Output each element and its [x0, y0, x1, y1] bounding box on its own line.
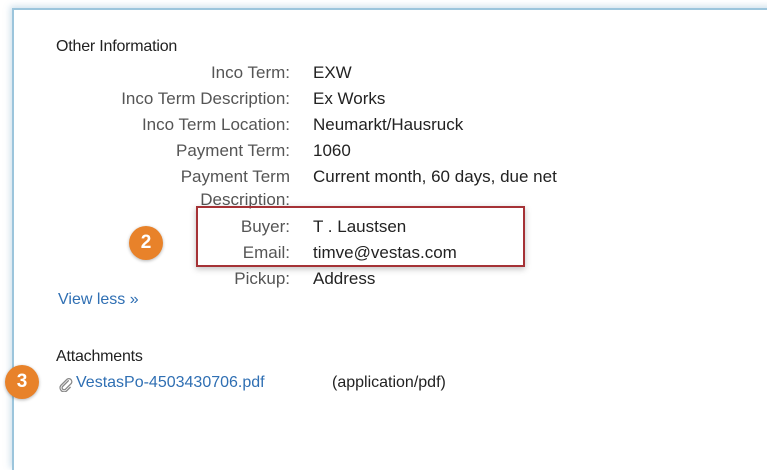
inco-term-label: Inco Term:: [210, 63, 290, 82]
inco-term-description-label: Inco Term Description:: [121, 89, 290, 108]
pickup-value: Address: [313, 269, 376, 288]
payment-term-value: 1060: [313, 141, 351, 160]
payment-term-description-label: Payment Term: [180, 167, 290, 186]
buyer-email-highlight-box: [196, 206, 525, 267]
inco-term-location-label: Inco Term Location:: [141, 115, 290, 134]
inco-term-location-value: Neumarkt/Hausruck: [313, 115, 464, 134]
paperclip-icon: [59, 378, 73, 392]
inco-term-description-value: Ex Works: [313, 89, 386, 108]
payment-term-label: Payment Term:: [175, 141, 290, 160]
attachment-mime-type: (application/pdf): [332, 374, 446, 391]
payment-term-description-value: Current month, 60 days, due net: [313, 167, 557, 186]
pickup-label: Pickup:: [234, 269, 290, 288]
attachments-title: Attachments: [56, 348, 143, 365]
step-badge-2: 2: [129, 226, 163, 260]
other-information-title: Other Information: [56, 38, 178, 55]
step-badge-3: 3: [5, 365, 39, 399]
attachment-file-link[interactable]: VestasPo-4503430706.pdf: [76, 374, 265, 392]
view-less-link[interactable]: View less »: [58, 291, 139, 309]
inco-term-value: EXW: [313, 63, 352, 82]
